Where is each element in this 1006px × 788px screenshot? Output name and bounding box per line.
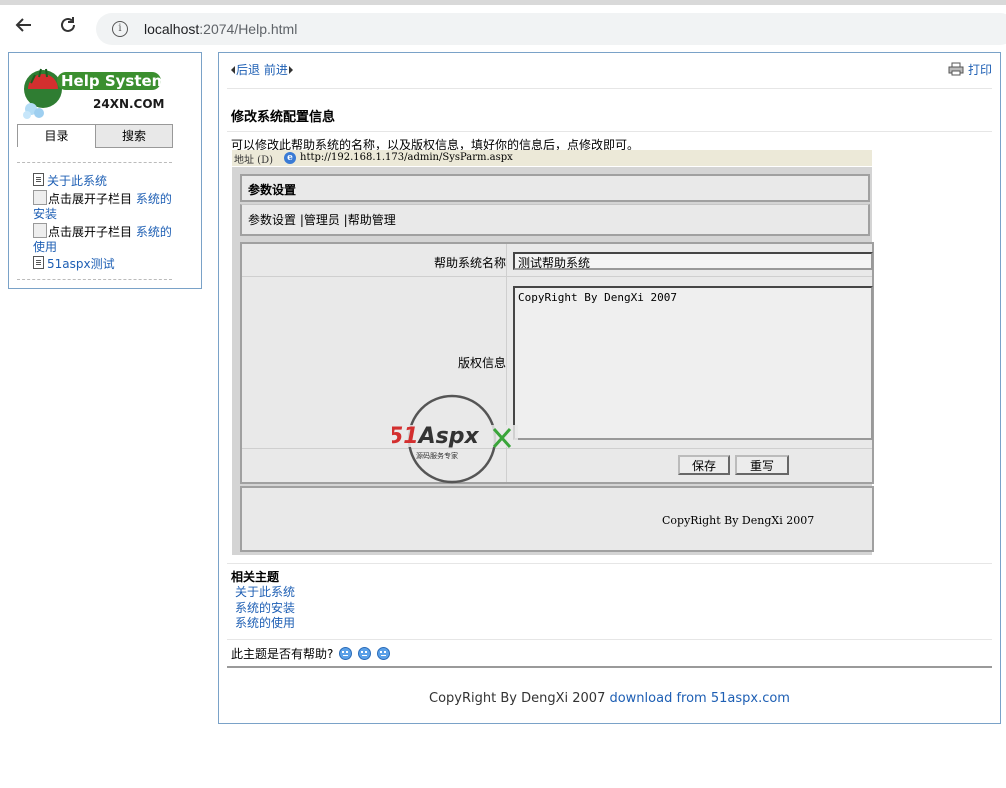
settings-links: 参数设置 |管理员 |帮助管理 xyxy=(240,204,870,236)
help-system-logo: Help System 24XN.COM xyxy=(21,63,167,121)
related-link-about[interactable]: 关于此系统 xyxy=(235,585,295,601)
back-arrow-icon[interactable] xyxy=(10,11,38,39)
print-link[interactable]: 打印 xyxy=(968,63,992,77)
sidebar-divider-top xyxy=(17,162,172,163)
main-content-panel: 后退 前进 打印 修改系统配置信息 可以修改此帮助系统的名称，以及版权信息，填好… xyxy=(218,52,1001,724)
forward-triangle-icon xyxy=(288,66,293,74)
sidebar-tree: 关于此系统 点击展开子栏目 系统的 安装 点击展开子栏目 系统的 使用 51aspx… xyxy=(33,173,183,273)
related-link-usage[interactable]: 系统的使用 xyxy=(235,616,295,632)
expand-folder-icon[interactable] xyxy=(33,190,47,205)
helpful-divider xyxy=(227,639,992,640)
back-link[interactable]: 后退 xyxy=(236,63,260,77)
copyright-textarea: CopyRight By DengXi 2007 xyxy=(513,286,873,440)
settings-panel-title: 参数设置 xyxy=(240,174,870,202)
ie-address-url: http://192.168.1.173/admin/SysParm.aspx xyxy=(300,152,513,163)
reset-button-image: 重写 xyxy=(735,455,789,475)
tree-item-install[interactable]: 点击展开子栏目 系统的 安装 xyxy=(33,190,183,222)
settings-footer: CopyRight By DengXi 2007 xyxy=(240,486,874,552)
tab-contents[interactable]: 目录 xyxy=(17,124,96,147)
address-bar[interactable]: i localhost:2074/Help.html xyxy=(96,13,1006,45)
screenshot-body: 参数设置 参数设置 |管理员 |帮助管理 帮助系统名称 测试帮助系统 版权信息 … xyxy=(232,167,874,555)
watermark-brand: 51Aspx xyxy=(392,424,479,449)
related-list: 关于此系统 系统的安装 系统的使用 xyxy=(235,585,295,632)
page-footer: CopyRight By DengXi 2007 download from 5… xyxy=(219,691,1000,706)
footer-text: CopyRight By DengXi 2007 xyxy=(429,691,610,706)
logo-sub: 24XN.COM xyxy=(93,97,165,111)
51aspx-watermark: 51Aspx 源码服务专家 xyxy=(388,391,518,491)
neutral-face-icon[interactable] xyxy=(358,647,372,660)
page-title: 修改系统配置信息 xyxy=(231,110,336,125)
expand-alt-text[interactable]: 点击展开子栏目 xyxy=(48,225,132,239)
expand-alt-text[interactable]: 点击展开子栏目 xyxy=(48,192,132,206)
title-divider xyxy=(227,131,992,132)
embedded-screenshot: 地址 (D) e http://192.168.1.173/admin/SysP… xyxy=(232,150,874,555)
expand-folder-icon[interactable] xyxy=(33,223,47,238)
tree-item-about[interactable]: 关于此系统 xyxy=(33,173,183,189)
document-icon xyxy=(33,173,44,186)
helpful-section: 此主题是否有帮助? xyxy=(231,645,390,662)
sad-face-icon[interactable] xyxy=(339,647,353,660)
logo-title: Help System xyxy=(61,72,166,90)
tab-search[interactable]: 搜索 xyxy=(95,124,173,148)
form-row-divider xyxy=(242,448,872,449)
settings-form: 帮助系统名称 测试帮助系统 版权信息 CopyRight By DengXi 2… xyxy=(240,242,874,484)
footer-download-link[interactable]: download from 51aspx.com xyxy=(609,691,790,706)
helpful-label: 此主题是否有帮助? xyxy=(231,647,334,661)
reload-icon[interactable] xyxy=(54,11,82,39)
printer-icon[interactable] xyxy=(948,62,964,76)
settings-footer-text: CopyRight By DengXi 2007 xyxy=(662,514,815,527)
system-name-field: 测试帮助系统 xyxy=(513,252,873,270)
field-label-copyright: 版权信息 xyxy=(457,356,506,370)
print-control[interactable]: 打印 xyxy=(948,61,992,78)
tree-link-about[interactable]: 关于此系统 xyxy=(47,174,107,188)
history-nav: 后退 前进 xyxy=(231,61,293,78)
back-triangle-icon xyxy=(231,66,235,74)
save-button-image: 保存 xyxy=(678,455,730,475)
sidebar-divider-bottom xyxy=(17,279,172,280)
header-divider xyxy=(227,88,992,89)
form-row-name: 帮助系统名称 测试帮助系统 xyxy=(242,248,873,277)
related-divider xyxy=(227,563,992,564)
info-icon[interactable]: i xyxy=(112,21,128,37)
footer-divider xyxy=(227,666,992,668)
tree-item-51aspx[interactable]: 51aspx测试 xyxy=(33,256,183,272)
url-text: localhost:2074/Help.html xyxy=(144,21,298,37)
related-heading: 相关主题 xyxy=(231,570,280,584)
tree-link-51aspx[interactable]: 51aspx测试 xyxy=(47,257,115,271)
watermark-tagline: 源码服务专家 xyxy=(416,451,458,460)
field-label-system-name: 帮助系统名称 xyxy=(433,256,506,270)
tree-item-usage[interactable]: 点击展开子栏目 系统的 使用 xyxy=(33,223,183,255)
sidebar-panel: Help System 24XN.COM 目录 搜索 关于此系统 点击展开子栏目… xyxy=(8,52,202,289)
document-icon xyxy=(33,256,44,269)
ie-logo-icon: e xyxy=(284,152,296,164)
ie-address-label: 地址 (D) xyxy=(234,155,273,166)
forward-link[interactable]: 前进 xyxy=(264,63,288,77)
happy-face-icon[interactable] xyxy=(376,647,390,660)
sidebar-tabs: 目录 搜索 xyxy=(17,124,173,148)
ie-address-bar: 地址 (D) e http://192.168.1.173/admin/SysP… xyxy=(232,150,872,166)
related-link-install[interactable]: 系统的安装 xyxy=(235,601,295,617)
browser-toolbar: i localhost:2074/Help.html xyxy=(0,5,1006,45)
